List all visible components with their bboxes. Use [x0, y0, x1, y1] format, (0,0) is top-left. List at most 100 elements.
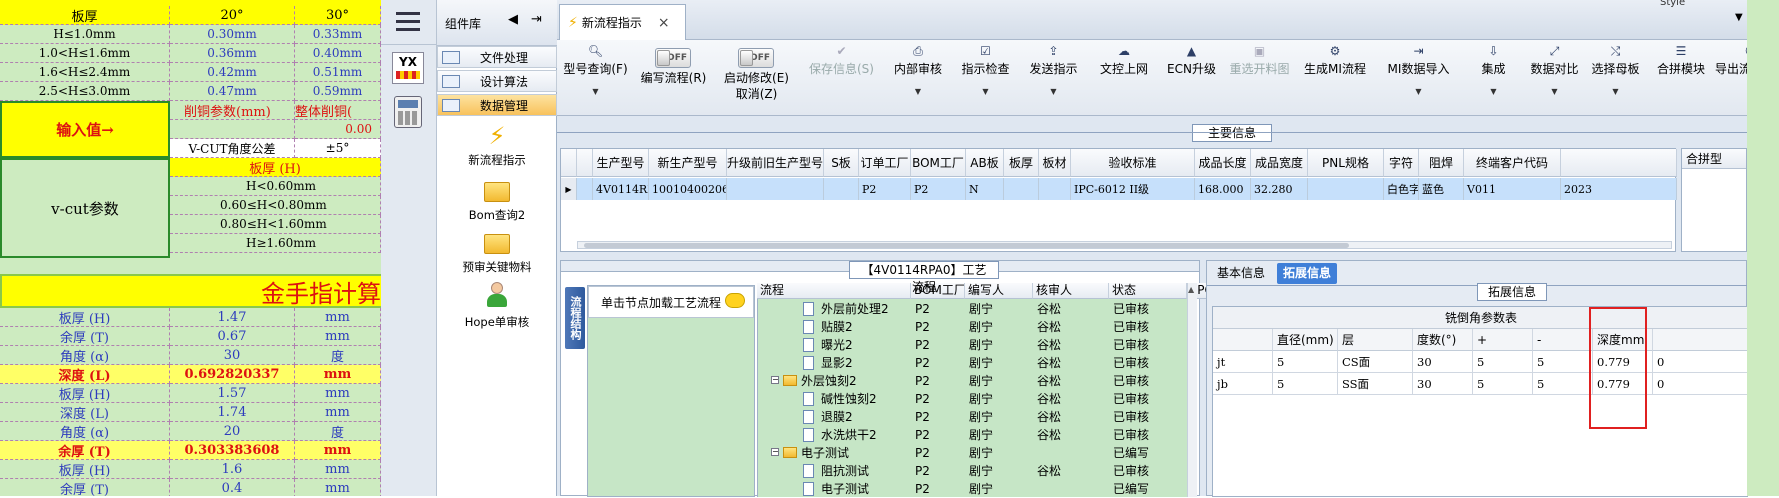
speech-bubble-icon[interactable] [725, 293, 745, 308]
tool-hope-review[interactable]: Hope单审核 [437, 282, 557, 330]
table-cell[interactable] [727, 178, 824, 200]
tool-new-process[interactable]: ⚡ 新流程指示 [437, 122, 557, 168]
chevron-down-icon[interactable]: ▼ [1375, 86, 1462, 98]
style-menu[interactable]: Style [1660, 0, 1760, 8]
collapse-icon[interactable]: − [771, 448, 779, 456]
column-header[interactable]: 成品长度 [1195, 149, 1251, 177]
toolbar-button-8[interactable]: ▲ ECN升级 [1159, 40, 1224, 116]
toggle-switch[interactable]: OFF [655, 48, 691, 68]
toolbar-button-10[interactable]: ⚙ 生成MI流程 [1295, 40, 1375, 116]
calculator-icon[interactable] [394, 96, 422, 128]
table-cell[interactable]: 4V0114RPA0 [593, 178, 649, 200]
column-header[interactable]: S板 [824, 149, 859, 177]
category-data[interactable]: 数据管理 [437, 94, 557, 116]
toolbar-button-5[interactable]: ☑ 指示检查 ▼ [953, 40, 1018, 116]
milling-cell[interactable]: 5 [1473, 373, 1533, 395]
milling-cell[interactable]: 5 [1273, 373, 1338, 395]
chevron-down-icon[interactable]: ▼ [1525, 86, 1584, 98]
milling-column-header[interactable]: 度数(°) [1413, 329, 1473, 351]
process-column-header[interactable]: 编写人 [965, 283, 1033, 299]
column-header[interactable]: 成品宽度 [1251, 149, 1308, 177]
table-cell[interactable]: P2 [859, 178, 911, 200]
toolbar-button-4[interactable]: ⎙ 内部审核 ▼ [883, 40, 953, 116]
milling-cell[interactable]: 5 [1533, 351, 1593, 373]
toolbar-button-7[interactable]: ☁ 文控上网 [1089, 40, 1159, 116]
milling-column-header[interactable] [1653, 329, 1749, 351]
close-icon[interactable]: × [658, 15, 670, 31]
table-cell[interactable]: 白色字符 [1384, 178, 1419, 200]
milling-cell[interactable]: 5 [1273, 351, 1338, 373]
milling-column-header[interactable]: - [1533, 329, 1593, 351]
toolbar-button-11[interactable]: ⇥ MI数据导入 ▼ [1375, 40, 1462, 116]
process-column-header[interactable]: 状态 [1109, 283, 1187, 299]
column-header[interactable]: 板厚 [1004, 149, 1039, 177]
toolbar-button-12[interactable]: ⇩ 集成 ▼ [1462, 40, 1525, 116]
chevron-down-icon[interactable]: ▼ [1735, 12, 1743, 23]
table-cell[interactable]: P2 [911, 178, 966, 200]
process-row[interactable]: 曝光2 P2 剧宁 谷松 已审核 [757, 336, 1187, 354]
tool-bom-query[interactable]: Bom查询2 [437, 180, 557, 223]
chevron-down-icon[interactable]: ▼ [1584, 86, 1647, 98]
toolbar-button-6[interactable]: ⇪ 发送指示 ▼ [1018, 40, 1089, 116]
vertical-scrollbar[interactable] [1187, 283, 1197, 497]
column-header[interactable]: PNL规格 [1308, 149, 1384, 177]
tab-basic-info[interactable]: 基本信息 [1211, 263, 1272, 284]
process-row[interactable]: 电子测试 P2 剧宁 已编写 [757, 480, 1187, 498]
milling-cell[interactable]: 30 [1413, 351, 1473, 373]
table-cell[interactable]: 10010400206343 [649, 178, 727, 200]
horizontal-scrollbar[interactable] [577, 241, 1672, 249]
table-cell[interactable]: N [966, 178, 1004, 200]
milling-cell[interactable]: SS面 [1338, 373, 1413, 395]
milling-cell[interactable]: CS面 [1338, 351, 1413, 373]
milling-cell[interactable]: jb [1213, 373, 1273, 395]
milling-cell[interactable]: 0 [1653, 373, 1749, 395]
column-header[interactable]: 升级前旧生产型号 [727, 149, 824, 177]
table-cell[interactable]: 蓝色 [1419, 178, 1464, 200]
pin-icon[interactable]: ⇥ [531, 12, 542, 27]
collapse-left-icon[interactable]: ◀ [508, 12, 518, 27]
category-design[interactable]: 设计算法 [437, 70, 557, 92]
yx-app-icon[interactable]: YX [392, 52, 424, 84]
tool-prereview-material[interactable]: 预审关键物料 [437, 232, 557, 275]
chevron-up-icon[interactable]: ▲ [1188, 285, 1194, 294]
chevron-down-icon[interactable]: ▼ [1462, 86, 1525, 98]
milling-column-header[interactable] [1213, 329, 1273, 351]
milling-cell[interactable]: 5 [1533, 373, 1593, 395]
process-row[interactable]: 贴膜2 P2 剧宁 谷松 已审核 [757, 318, 1187, 336]
toolbar-button-14[interactable]: ⤭ 选择母板 ▼ [1584, 40, 1647, 116]
milling-cell[interactable]: 30 [1413, 373, 1473, 395]
chevron-down-icon[interactable]: ▼ [883, 86, 953, 98]
column-header[interactable]: 验收标准 [1071, 149, 1195, 177]
toolbar-button-2[interactable]: OFF 启动修改(E) 取消(Z) [713, 40, 800, 116]
toggle-switch[interactable]: OFF [738, 48, 774, 68]
process-row[interactable]: 退膜2 P2 剧宁 谷松 已审核 [757, 408, 1187, 426]
table-cell[interactable] [1308, 178, 1384, 200]
milling-column-header[interactable]: 直径(mm) [1273, 329, 1338, 351]
toolbar-button-9[interactable]: ▣ 重选开料图 [1224, 40, 1295, 116]
column-header[interactable]: 终端客户代码 [1464, 149, 1561, 177]
milling-cell[interactable]: 5 [1473, 351, 1533, 373]
process-column-header[interactable]: 核审人 [1033, 283, 1109, 299]
table-cell[interactable]: 32.280 [1251, 178, 1308, 200]
process-row[interactable]: 外层前处理2 P2 剧宁 谷松 已审核 [757, 300, 1187, 318]
process-row[interactable]: 水洗烘干2 P2 剧宁 谷松 已审核 [757, 426, 1187, 444]
column-header[interactable]: 订单工厂 [859, 149, 911, 177]
collapse-icon[interactable]: − [771, 376, 779, 384]
column-header[interactable]: AB板 [966, 149, 1004, 177]
table-cell[interactable] [824, 178, 859, 200]
menu-icon[interactable] [396, 12, 420, 32]
side-tab-structure[interactable]: 流程结构 [565, 287, 585, 349]
chevron-down-icon[interactable]: ▼ [1018, 86, 1089, 98]
table-cell[interactable] [1039, 178, 1071, 200]
process-column-header[interactable]: 流程 [757, 283, 911, 299]
process-row[interactable]: − 外层蚀刻2 P2 剧宁 谷松 已审核 [757, 372, 1187, 390]
milling-cell[interactable]: 0 [1653, 351, 1749, 373]
process-row[interactable]: 显影2 P2 剧宁 谷松 已审核 [757, 354, 1187, 372]
column-header[interactable]: 字符 [1384, 149, 1419, 177]
table-cell[interactable]: V011 [1464, 178, 1561, 200]
column-header[interactable]: 新生产型号 [649, 149, 727, 177]
toolbar-button-1[interactable]: OFF 编写流程(R) [634, 40, 713, 116]
column-header[interactable]: 阻焊 [1419, 149, 1464, 177]
column-header[interactable]: 生产型号 [593, 149, 649, 177]
table-cell[interactable] [1004, 178, 1039, 200]
